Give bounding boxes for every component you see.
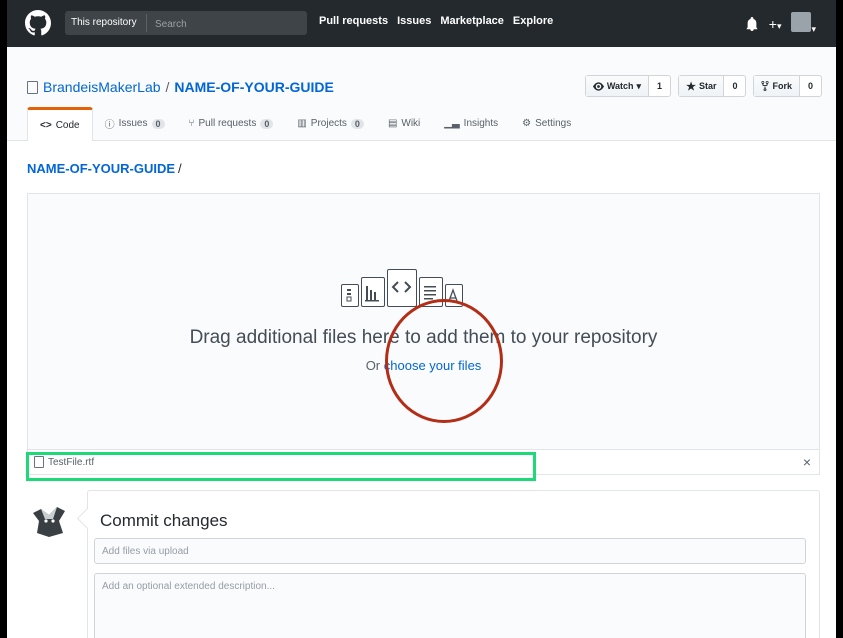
watch-label: Watch [606, 81, 634, 91]
fork-count[interactable]: 0 [800, 76, 821, 96]
nav-explore[interactable]: Explore [513, 15, 553, 27]
tab-settings[interactable]: ⚙ Settings [510, 107, 583, 140]
fork-icon [761, 81, 770, 91]
uploaded-file-name: TestFile.rtf [48, 456, 95, 468]
nav-pull-requests[interactable]: Pull requests [319, 15, 388, 27]
watch-group: Watch ▾ 1 [584, 75, 672, 97]
breadcrumb-separator: / [178, 161, 182, 176]
gear-icon: ⚙ [522, 118, 532, 129]
tab-projects[interactable]: ▥ Projects 0 [285, 107, 376, 140]
tab-label: Settings [535, 118, 572, 129]
tab-wiki[interactable]: ▤ Wiki [376, 107, 432, 140]
plus-icon: + [768, 15, 777, 32]
repo-owner-link[interactable]: BrandeisMakerLab [43, 79, 161, 95]
tab-counter: 0 [260, 118, 274, 129]
wiki-icon: ▤ [387, 118, 398, 129]
site-header: This repository Pull requests Issues Mar… [7, 0, 836, 47]
chevron-down-icon: ▾ [776, 20, 782, 31]
issue-icon: ⓘ [104, 120, 115, 131]
file-type-icons [341, 269, 463, 307]
pull-request-icon: ⑂ [188, 118, 195, 129]
chart-file-icon [361, 277, 385, 307]
commit-title: Commit changes [100, 511, 228, 530]
watch-button[interactable]: Watch ▾ [585, 76, 650, 96]
chevron-down-icon: ▾ [811, 24, 816, 34]
star-label: Star [698, 81, 717, 91]
tab-label: Projects [310, 118, 347, 129]
commit-description-input[interactable] [94, 573, 806, 638]
choose-prefix: Or [365, 358, 384, 373]
avatar [791, 12, 812, 32]
choose-files-line: Or choose your files [28, 358, 819, 373]
bell-icon[interactable] [745, 16, 759, 31]
tab-counter: 0 [151, 118, 165, 129]
graph-icon: ▁▃ [444, 118, 460, 129]
fork-button[interactable]: Fork [754, 76, 800, 96]
project-icon: ▥ [297, 118, 307, 129]
pdf-file-icon [445, 284, 463, 307]
repo-actions: Watch ▾ 1 ★ Star 0 Fork 0 [584, 75, 822, 97]
tab-insights[interactable]: ▁▃ Insights [432, 107, 510, 140]
tab-label: Code [55, 120, 80, 131]
fork-group: Fork 0 [753, 75, 822, 97]
star-button[interactable]: ★ Star [679, 76, 725, 96]
tab-pull-requests[interactable]: ⑂ Pull requests 0 [177, 107, 286, 140]
star-icon: ★ [686, 80, 696, 93]
choose-files-link[interactable]: choose your files [384, 358, 482, 373]
repo-title-separator: / [165, 79, 170, 95]
header-nav: Pull requests Issues Marketplace Explore [319, 15, 553, 27]
upload-drop-zone[interactable]: Drag additional files here to add them t… [27, 193, 820, 449]
tab-code[interactable]: <> Code [27, 107, 93, 141]
repo-title: BrandeisMakerLab / NAME-OF-YOUR-GUIDE [27, 79, 334, 95]
github-logo-icon[interactable] [25, 10, 51, 36]
breadcrumb-repo-link[interactable]: NAME-OF-YOUR-GUIDE [27, 161, 175, 176]
new-menu-button[interactable]: +▾ [769, 16, 782, 32]
tab-counter: 0 [350, 118, 364, 129]
repo-header: BrandeisMakerLab / NAME-OF-YOUR-GUIDE Wa… [7, 47, 836, 141]
zip-file-icon [341, 284, 359, 307]
star-group: ★ Star 0 [678, 75, 747, 97]
watch-count[interactable]: 1 [649, 76, 670, 96]
star-count[interactable]: 0 [724, 76, 745, 96]
uploaded-file: TestFile.rtf [34, 456, 94, 468]
page-frame: This repository Pull requests Issues Mar… [7, 0, 836, 638]
commit-form: Commit changes [87, 490, 820, 638]
uploaded-file-row: TestFile.rtf × [27, 449, 820, 475]
tab-issues[interactable]: ⓘ Issues 0 [93, 107, 177, 140]
file-icon [34, 456, 44, 468]
search-scope-label: This repository [71, 17, 137, 28]
tab-label: Insights [463, 118, 499, 129]
code-icon: <> [40, 120, 52, 131]
nav-marketplace[interactable]: Marketplace [440, 15, 504, 27]
drop-instructions: Drag additional files here to add them t… [189, 327, 658, 348]
fork-label: Fork [772, 81, 792, 91]
tab-label: Issues [118, 118, 148, 129]
text-file-icon [419, 277, 443, 307]
chevron-down-icon: ▾ [636, 80, 642, 91]
search-box[interactable]: This repository [65, 11, 307, 35]
search-divider [146, 14, 147, 32]
repo-name-link[interactable]: NAME-OF-YOUR-GUIDE [174, 79, 333, 95]
user-menu-button[interactable]: ▾ [791, 12, 816, 35]
breadcrumb: NAME-OF-YOUR-GUIDE / [27, 161, 182, 176]
repo-tabs: <> Code ⓘ Issues 0 ⑂ Pull requests 0 ▥ P… [27, 107, 583, 141]
eye-icon [592, 81, 604, 91]
commit-summary-input[interactable] [94, 538, 806, 564]
code-file-icon [387, 269, 417, 307]
tab-label: Wiki [401, 118, 421, 129]
header-actions: +▾ ▾ [745, 12, 816, 35]
remove-file-button[interactable]: × [803, 454, 811, 470]
tab-label: Pull requests [198, 118, 257, 129]
nav-issues[interactable]: Issues [397, 15, 431, 27]
repo-icon [27, 80, 38, 94]
avatar [33, 507, 65, 537]
search-input[interactable] [153, 14, 302, 34]
